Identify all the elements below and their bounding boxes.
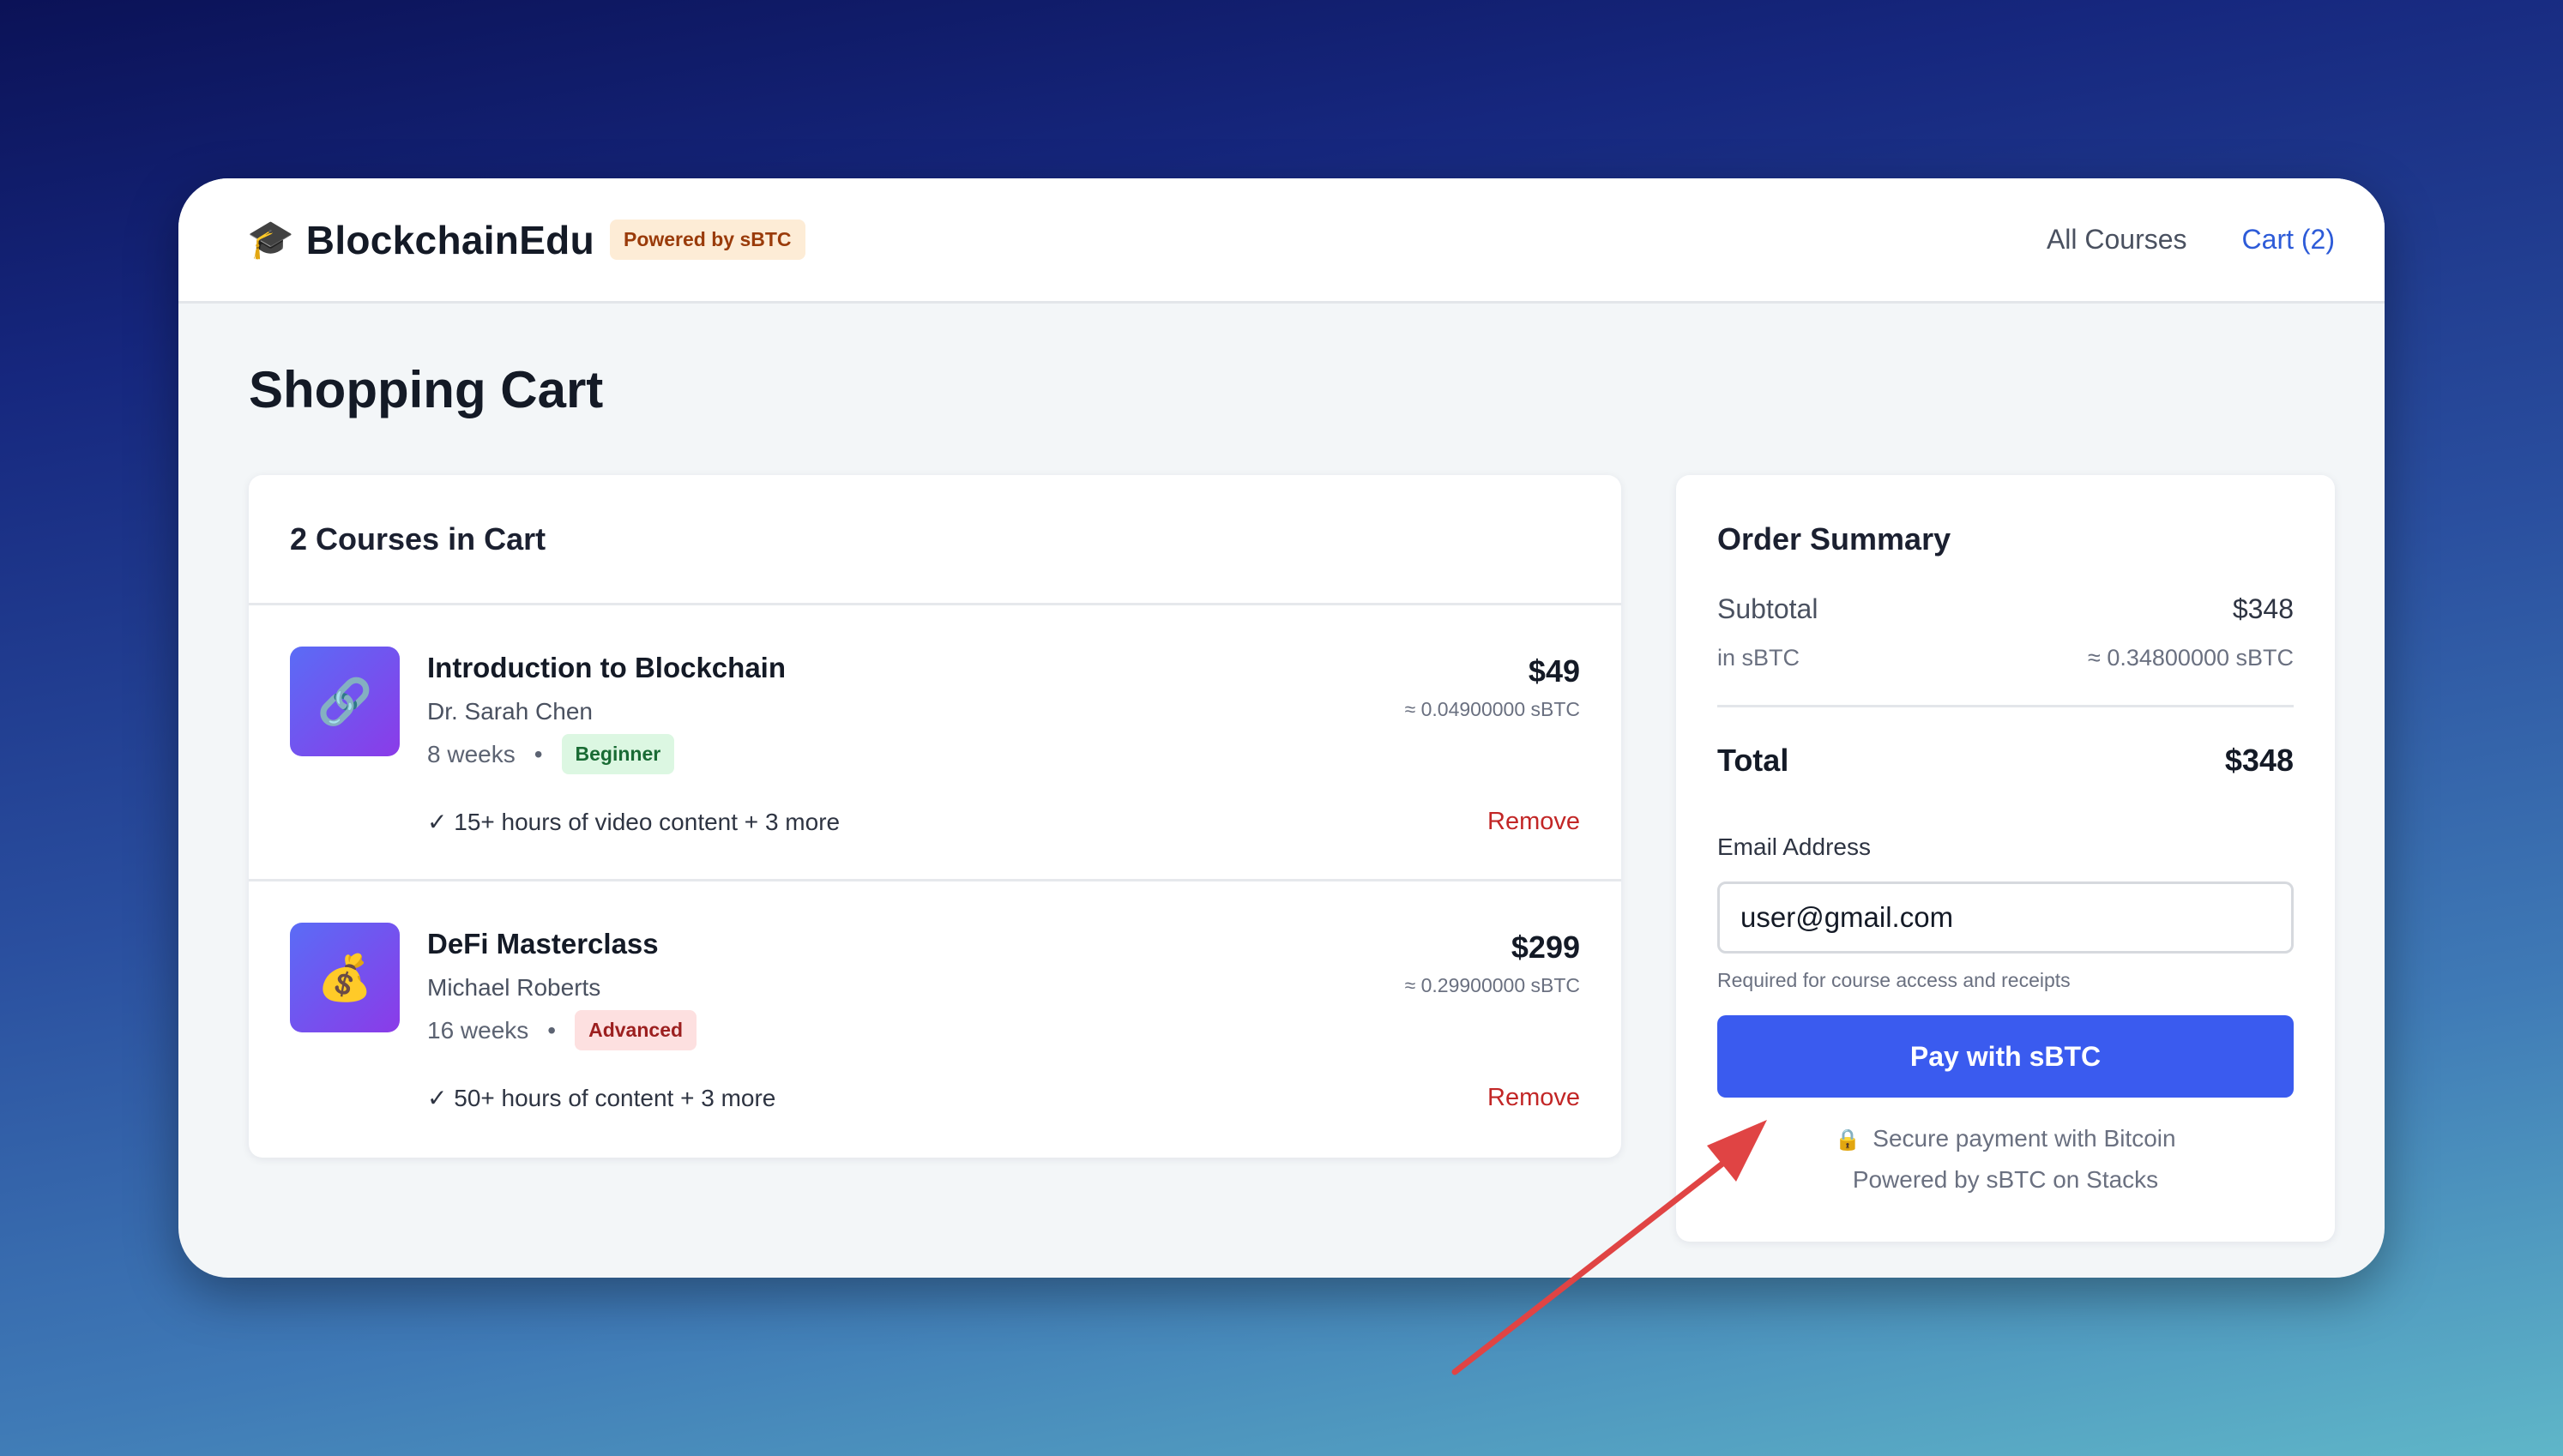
pay-with-sbtc-button[interactable]: Pay with sBTC xyxy=(1717,1015,2294,1098)
main-nav: All Courses Cart (2) xyxy=(2047,224,2335,256)
money-bag-icon: 💰 xyxy=(290,923,400,1032)
nav-all-courses[interactable]: All Courses xyxy=(2047,224,2187,256)
level-badge: Advanced xyxy=(575,1010,697,1050)
meta-separator: • xyxy=(547,1016,557,1044)
cart-item: 🔗 Introduction to Blockchain Dr. Sarah C… xyxy=(249,605,1621,881)
course-author: Michael Roberts xyxy=(427,974,601,1001)
nav-cart[interactable]: Cart (2) xyxy=(2242,224,2335,256)
powered-by-badge: Powered by sBTC xyxy=(609,220,805,260)
course-title[interactable]: DeFi Masterclass xyxy=(427,928,659,960)
remove-button[interactable]: Remove xyxy=(1487,1084,1580,1112)
email-field[interactable] xyxy=(1717,881,2294,954)
course-features: ✓ 15+ hours of video content + 3 more xyxy=(427,809,841,835)
total-label: Total xyxy=(1717,743,1789,778)
course-features: ✓ 50+ hours of content + 3 more xyxy=(427,1085,776,1111)
course-title[interactable]: Introduction to Blockchain xyxy=(427,652,786,684)
cart-heading: 2 Courses in Cart xyxy=(249,475,1621,605)
course-price-sbtc: ≈ 0.29900000 sBTC xyxy=(1404,974,1580,996)
meta-separator: • xyxy=(534,740,543,767)
cart-item: 💰 DeFi Masterclass Michael Roberts 16 we… xyxy=(249,881,1621,1158)
order-summary-title: Order Summary xyxy=(1717,521,1951,557)
order-summary-panel: Order Summary Subtotal $348 in sBTC ≈ 0.… xyxy=(1676,475,2335,1242)
email-help-text: Required for course access and receipts xyxy=(1717,969,2071,991)
secure-payment-note: 🔒 Secure payment with Bitcoin xyxy=(1717,1125,2294,1152)
subtotal-row: Subtotal $348 xyxy=(1717,593,2294,625)
lock-icon: 🔒 xyxy=(1835,1128,1861,1152)
link-icon: 🔗 xyxy=(290,647,400,756)
brand[interactable]: 🎓 BlockchainEdu Powered by sBTC xyxy=(247,217,805,263)
subtotal-value: $348 xyxy=(2232,593,2294,624)
sbtc-label: in sBTC xyxy=(1717,645,1800,671)
total-value: $348 xyxy=(2224,743,2294,778)
course-price: $299 xyxy=(1511,930,1580,965)
graduation-cap-icon: 🎓 xyxy=(247,218,294,261)
course-duration: 16 weeks xyxy=(427,1016,529,1044)
remove-button[interactable]: Remove xyxy=(1487,808,1580,836)
course-price: $49 xyxy=(1528,653,1580,689)
brand-name: BlockchainEdu xyxy=(305,217,594,262)
summary-divider xyxy=(1717,705,2294,707)
course-meta: 8 weeks • Beginner xyxy=(427,734,675,774)
subtotal-label: Subtotal xyxy=(1717,593,1818,624)
total-row: Total $348 xyxy=(1717,743,2294,779)
powered-by-text: Powered by sBTC on Stacks xyxy=(1852,1166,2159,1193)
secure-payment-text: Secure payment with Bitcoin xyxy=(1872,1125,2176,1152)
sbtc-value: ≈ 0.34800000 sBTC xyxy=(2088,645,2294,671)
course-duration: 8 weeks xyxy=(427,740,516,767)
course-meta: 16 weeks • Advanced xyxy=(427,1010,697,1050)
email-label: Email Address xyxy=(1717,833,1871,860)
top-header: 🎓 BlockchainEdu Powered by sBTC All Cour… xyxy=(178,178,2385,304)
level-badge: Beginner xyxy=(561,734,675,774)
sbtc-row: in sBTC ≈ 0.34800000 sBTC xyxy=(1717,645,2294,671)
app-window: 🎓 BlockchainEdu Powered by sBTC All Cour… xyxy=(178,178,2385,1278)
course-price-sbtc: ≈ 0.04900000 sBTC xyxy=(1404,698,1580,720)
page-title: Shopping Cart xyxy=(249,361,604,418)
course-author: Dr. Sarah Chen xyxy=(427,698,593,725)
cart-panel: 2 Courses in Cart 🔗 Introduction to Bloc… xyxy=(249,475,1621,1158)
